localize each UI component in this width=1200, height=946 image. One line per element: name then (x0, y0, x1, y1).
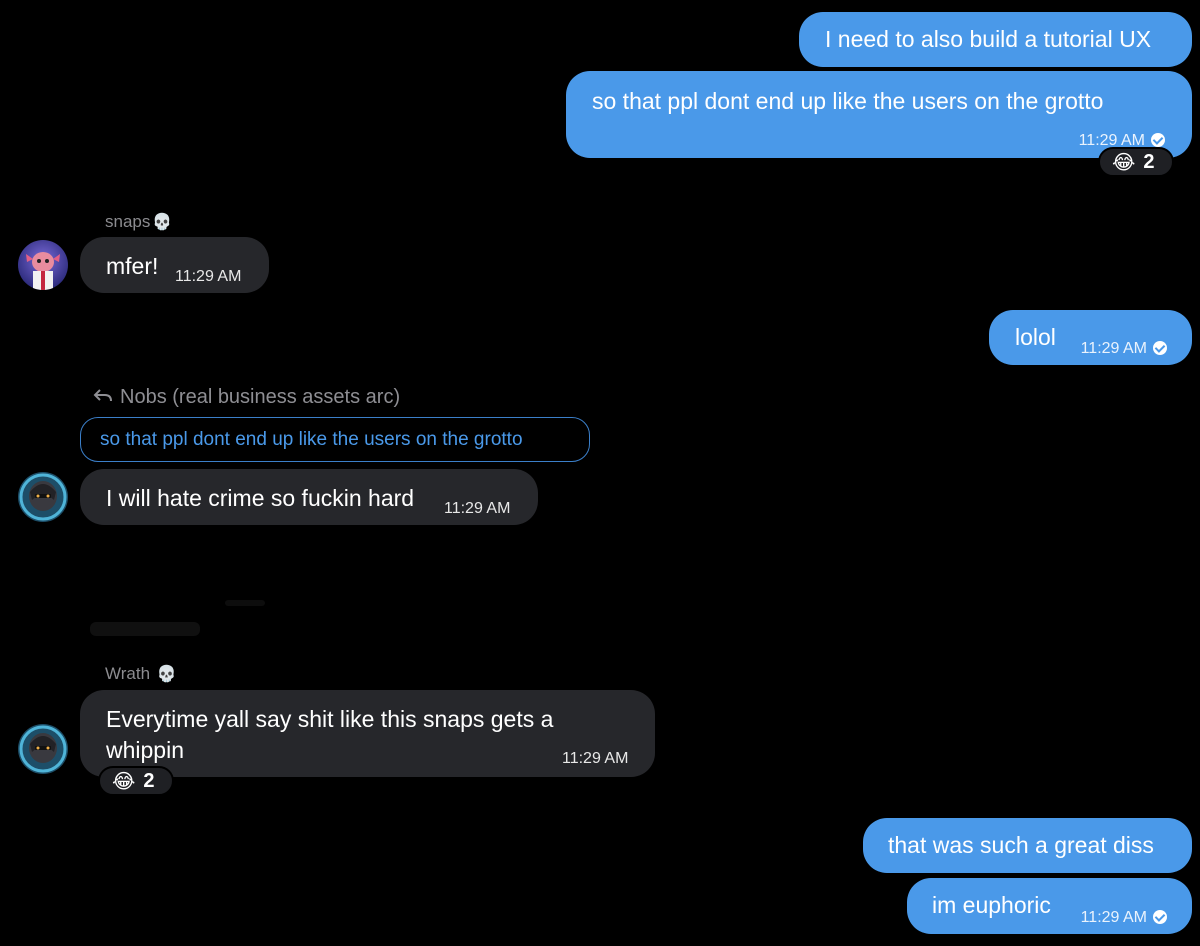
message-time: 11:29 AM (1080, 340, 1147, 357)
message-meta: 11:29 AM (1081, 335, 1167, 363)
wrath-avatar-icon (18, 724, 68, 774)
message-text: I need to also build a tutorial UX (825, 26, 1152, 52)
message-time: 11:29 AM (562, 750, 629, 767)
message-text: lolol (1015, 324, 1056, 350)
laughing-emoji-icon: 😂 (1112, 151, 1136, 174)
avatar[interactable] (18, 724, 68, 774)
skull-icon: 💀 (152, 214, 173, 231)
reaction-count: 2 (143, 769, 155, 792)
quoted-message[interactable]: so that ppl dont end up like the users o… (80, 417, 590, 462)
incoming-message[interactable]: Everytime yall say shit like this snaps … (80, 690, 655, 777)
outgoing-message[interactable]: lolol 11:29 AM (989, 310, 1192, 365)
sender-name[interactable]: Wrath 💀 (105, 664, 177, 684)
reaction-count: 2 (1143, 150, 1155, 173)
message-text: mfer! (106, 253, 159, 279)
sender-name-text: Wrath (105, 664, 151, 683)
reply-to-name: Nobs (real business assets arc) (120, 386, 401, 408)
laughing-emoji-icon: 😂 (112, 770, 136, 793)
reaction-chip[interactable]: 😂 2 (98, 766, 174, 796)
image-artifact (90, 622, 200, 636)
reply-arrow-icon (93, 389, 112, 402)
outgoing-message[interactable]: that was such a great diss (863, 818, 1192, 873)
message-text: I will hate crime so fuckin hard (106, 485, 415, 511)
image-artifact (225, 600, 265, 606)
sender-name-text: snaps (105, 212, 151, 231)
outgoing-message[interactable]: im euphoric 11:29 AM (907, 878, 1192, 934)
quoted-text: so that ppl dont end up like the users o… (100, 429, 523, 450)
message-time: 11:29 AM (175, 268, 242, 285)
wrath-avatar-icon (18, 472, 68, 522)
message-time: 11:29 AM (1080, 909, 1147, 926)
snaps-avatar-icon (18, 240, 68, 290)
sender-name[interactable]: snaps 💀 (105, 212, 172, 232)
message-text: im euphoric (932, 892, 1051, 918)
check-circle-icon (1151, 133, 1165, 147)
message-meta: 11:29 AM (1081, 904, 1167, 932)
skull-icon: 💀 (156, 666, 177, 683)
incoming-message[interactable]: I will hate crime so fuckin hard 11:29 A… (80, 469, 538, 525)
incoming-message[interactable]: mfer! 11:29 AM (80, 237, 269, 293)
message-text: so that ppl dont end up like the users o… (592, 88, 1104, 114)
message-time: 11:29 AM (444, 500, 511, 517)
avatar[interactable] (18, 240, 68, 290)
check-circle-icon (1153, 341, 1167, 355)
message-text: that was such a great diss (888, 832, 1154, 858)
avatar[interactable] (18, 472, 68, 522)
reaction-chip[interactable]: 😂 2 (1098, 147, 1174, 177)
outgoing-message[interactable]: so that ppl dont end up like the users o… (566, 71, 1192, 158)
message-text: Everytime yall say shit like this snaps … (106, 706, 554, 763)
reply-header[interactable]: Nobs (real business assets arc) (92, 386, 400, 409)
check-circle-icon (1153, 910, 1167, 924)
outgoing-message[interactable]: I need to also build a tutorial UX (799, 12, 1192, 67)
